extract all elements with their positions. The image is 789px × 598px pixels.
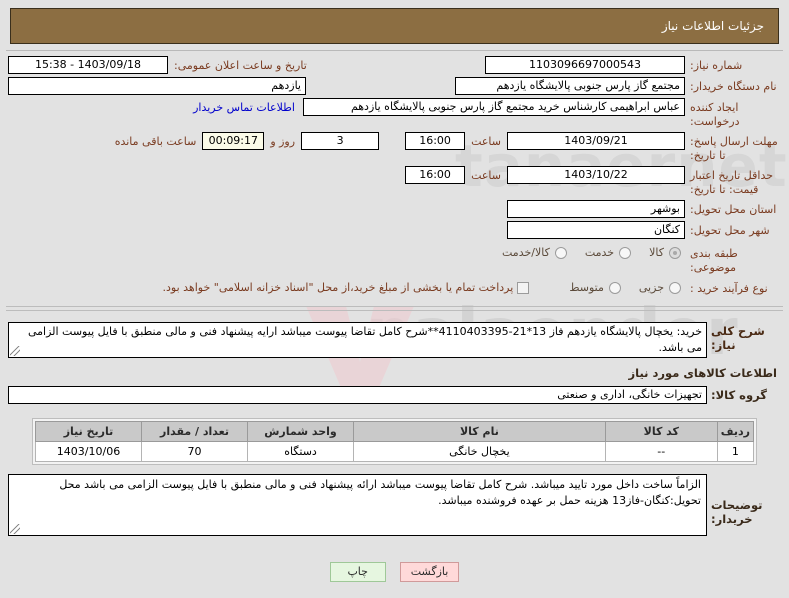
row-need-number: شماره نیاز: 1103096697000543 تاریخ و ساع…: [8, 56, 781, 74]
delivery-city-label: شهر محل تحویل:: [690, 224, 770, 237]
row-subject-category: طبقه بندی موضوعی: کالا خدمت کالا/خدمت: [8, 244, 781, 275]
buyer-org-field-overflow[interactable]: یازدهم: [8, 77, 306, 95]
description-label: شرح کلی نیاز:: [711, 324, 765, 352]
row-buyer-org: نام دستگاه خریدار: مجتمع گاز پارس جنوبی …: [8, 77, 781, 95]
purchase-process-radio-group: جزیی متوسط: [555, 279, 685, 294]
response-deadline-label: مهلت ارسال پاسخ: تا تاریخ:: [690, 135, 778, 162]
description-text: خرید: یخچال پالایشگاه یازدهم فاز 13*21-4…: [27, 325, 702, 354]
requester-label: ایجاد کننده درخواست:: [690, 101, 740, 128]
radio-khedmat[interactable]: [619, 246, 632, 259]
th-row-no: ردیف: [716, 421, 755, 442]
goods-section-title: اطلاعات کالاهای مورد نیاز: [628, 366, 777, 380]
announce-datetime-field[interactable]: 1403/09/18 - 15:38: [8, 56, 168, 74]
divider-top: [6, 50, 783, 51]
radio-jozei[interactable]: [669, 281, 681, 294]
delivery-province-field[interactable]: بوشهر: [507, 200, 685, 218]
th-need-date: تاریخ نیاز: [35, 421, 142, 442]
remaining-days-field: 3: [301, 132, 380, 150]
announce-datetime-label: تاریخ و ساعت اعلان عمومی:: [174, 59, 307, 72]
subject-category-label: طبقه بندی موضوعی:: [690, 247, 738, 274]
button-bar: بازگشت چاپ: [0, 562, 789, 582]
goods-table: ردیف کد کالا نام کالا واحد شمارش تعداد /…: [35, 421, 755, 462]
response-deadline-date-field[interactable]: 1403/09/21: [507, 132, 685, 150]
th-name: نام کالا: [353, 421, 606, 442]
radio-kala-label: کالا: [649, 246, 664, 259]
buyer-org-label: نام دستگاه خریدار:: [690, 80, 777, 93]
row-description: شرح کلی نیاز: خرید: یخچال پالایشگاه یازد…: [8, 322, 781, 358]
delivery-city-field[interactable]: کنگان: [507, 221, 685, 239]
treasury-bond-checkbox[interactable]: [517, 281, 530, 294]
th-unit: واحد شمارش: [247, 421, 354, 442]
radio-kala-khedmat[interactable]: [554, 246, 567, 259]
treasury-bond-checkbox-group: پرداخت تمام یا بخشی از مبلغ خرید،از محل …: [163, 279, 534, 294]
countdown-label: ساعت باقی مانده: [114, 135, 197, 148]
remaining-days-label: روز و: [270, 135, 296, 148]
table-header-row: ردیف کد کالا نام کالا واحد شمارش تعداد /…: [35, 421, 755, 442]
row-delivery-province: استان محل تحویل: بوشهر: [8, 200, 781, 218]
divider-description-top: [6, 306, 783, 307]
delivery-province-label: استان محل تحویل:: [690, 203, 777, 216]
buyer-notes-textarea[interactable]: الزاماً ساخت داخل مورد تایید میباشد. شرح…: [8, 474, 707, 536]
need-number-field[interactable]: 1103096697000543: [485, 56, 685, 74]
treasury-bond-text: پرداخت تمام یا بخشی از مبلغ خرید،از محل …: [162, 281, 514, 294]
radio-motavaset[interactable]: [608, 281, 621, 294]
th-quantity: تعداد / مقدار: [141, 421, 248, 442]
cell-name: یخچال خانگی: [353, 441, 606, 462]
radio-kala[interactable]: [669, 246, 681, 259]
radio-kala-khedmat-label: کالا/خدمت: [502, 246, 550, 259]
goods-table-wrapper: ردیف کد کالا نام کالا واحد شمارش تعداد /…: [32, 418, 757, 465]
price-validity-time-label: ساعت: [471, 169, 501, 182]
buyer-notes-label: توضیحات خریدار:: [711, 498, 763, 526]
radio-jozei-label: جزیی: [638, 281, 664, 294]
buyer-contact-link[interactable]: اطلاعات تماس خریدار: [193, 98, 303, 114]
print-button[interactable]: چاپ: [329, 562, 386, 582]
cell-code: --: [604, 441, 718, 462]
description-textarea[interactable]: خرید: یخچال پالایشگاه یازدهم فاز 13*21-4…: [8, 322, 707, 358]
row-requester: ایجاد کننده درخواست: عباس ابراهیمی کارشن…: [8, 98, 781, 129]
table-row: 1 -- یخچال خانگی دستگاه 70 1403/10/06: [35, 441, 755, 462]
purchase-process-label: نوع فرآیند خرید :: [690, 282, 768, 295]
subject-category-radio-group: کالا خدمت کالا/خدمت: [488, 244, 685, 259]
cell-quantity: 70: [141, 441, 248, 462]
page-root: tanaernet nalaender جزئیات اطلاعات نیاز …: [0, 0, 789, 598]
row-buyer-notes: توضیحات خریدار: الزاماً ساخت داخل مورد ت…: [8, 474, 781, 536]
resize-grip-icon[interactable]: [10, 346, 20, 356]
cell-row-no: 1: [716, 441, 755, 462]
cell-unit: دستگاه: [247, 441, 354, 462]
divider-description-top-2: [6, 310, 783, 311]
response-deadline-time-label: ساعت: [471, 135, 501, 148]
row-price-validity: حداقل تاریخ اعتبار قیمت: تا تاریخ: 1403/…: [8, 166, 781, 197]
goods-group-label: گروه کالا:: [711, 388, 767, 402]
need-number-label: شماره نیاز:: [690, 59, 743, 72]
requester-field[interactable]: عباس ابراهیمی کارشناس خرید مجتمع گاز پار…: [303, 98, 685, 116]
row-delivery-city: شهر محل تحویل: کنگان: [8, 221, 781, 239]
price-validity-date-field[interactable]: 1403/10/22: [507, 166, 685, 184]
row-purchase-process: نوع فرآیند خرید : جزیی متوسط پرداخت تمام…: [8, 279, 781, 296]
need-details-form: شماره نیاز: 1103096697000543 تاریخ و ساع…: [8, 56, 781, 299]
price-validity-time-field[interactable]: 16:00: [405, 166, 466, 184]
radio-motavaset-label: متوسط: [569, 281, 604, 294]
page-title-bar: جزئیات اطلاعات نیاز: [10, 8, 779, 44]
page-title: جزئیات اطلاعات نیاز: [661, 19, 764, 33]
th-code: کد کالا: [604, 421, 718, 442]
buyer-org-field[interactable]: مجتمع گاز پارس جنوبی پالایشگاه یازدهم: [455, 77, 685, 95]
row-response-deadline: مهلت ارسال پاسخ: تا تاریخ: 1403/09/21 سا…: [8, 132, 781, 163]
response-deadline-time-field[interactable]: 16:00: [405, 132, 466, 150]
buyer-notes-text: الزاماً ساخت داخل مورد تایید میباشد. شرح…: [59, 478, 701, 507]
cell-need-date: 1403/10/06: [35, 441, 142, 462]
countdown-timer: 00:09:17: [202, 132, 265, 150]
resize-grip-icon-notes[interactable]: [10, 524, 20, 534]
back-button[interactable]: بازگشت: [399, 562, 460, 582]
goods-group-field[interactable]: تجهیزات خانگی، اداری و صنعتی: [8, 386, 707, 404]
row-goods-group: گروه کالا: تجهیزات خانگی، اداری و صنعتی: [8, 386, 781, 404]
price-validity-label: حداقل تاریخ اعتبار قیمت: تا تاریخ:: [690, 169, 774, 196]
radio-khedmat-label: خدمت: [584, 246, 615, 259]
